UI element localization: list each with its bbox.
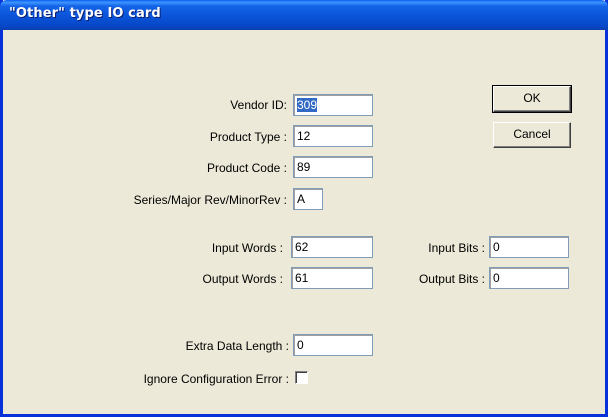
product-code-label: Product Code : <box>206 161 287 175</box>
vendor-id-field[interactable]: 309 <box>293 94 373 116</box>
product-code-field[interactable]: 89 <box>293 156 373 178</box>
extra-data-length-label: Extra Data Length : <box>185 339 289 353</box>
output-words-field[interactable]: 61 <box>291 267 373 289</box>
product-code-value: 89 <box>297 160 311 174</box>
input-words-value: 62 <box>295 240 309 254</box>
input-bits-label: Input Bits : <box>428 241 485 255</box>
other-io-card-dialog: "Other" type IO card Vendor ID: 309 Prod… <box>0 0 608 417</box>
input-words-label: Input Words : <box>211 241 283 255</box>
input-words-field[interactable]: 62 <box>291 236 373 258</box>
input-bits-value: 0 <box>493 240 500 254</box>
series-rev-value: A <box>297 192 306 206</box>
ignore-config-error-label: Ignore Configuration Error : <box>143 372 289 386</box>
product-type-field[interactable]: 12 <box>293 125 373 147</box>
cancel-button[interactable]: Cancel <box>493 122 571 148</box>
output-bits-label: Output Bits : <box>418 272 485 286</box>
title-bar[interactable]: "Other" type IO card <box>0 0 608 30</box>
input-bits-field[interactable]: 0 <box>489 236 569 258</box>
series-rev-label: Series/Major Rev/MinorRev : <box>133 193 287 207</box>
dialog-title: "Other" type IO card <box>9 6 161 21</box>
series-rev-field[interactable]: A <box>293 188 323 210</box>
extra-data-length-field[interactable]: 0 <box>293 334 373 356</box>
vendor-id-label: Vendor ID: <box>230 98 287 112</box>
vendor-id-value: 309 <box>297 98 318 112</box>
output-bits-field[interactable]: 0 <box>489 267 569 289</box>
extra-data-length-value: 0 <box>297 338 304 352</box>
output-bits-value: 0 <box>493 271 500 285</box>
ignore-config-error-checkbox[interactable] <box>295 371 308 384</box>
product-type-label: Product Type : <box>209 130 287 144</box>
output-words-label: Output Words : <box>202 272 283 286</box>
output-words-value: 61 <box>295 271 309 285</box>
ok-button[interactable]: OK <box>492 85 572 113</box>
product-type-value: 12 <box>297 129 311 143</box>
